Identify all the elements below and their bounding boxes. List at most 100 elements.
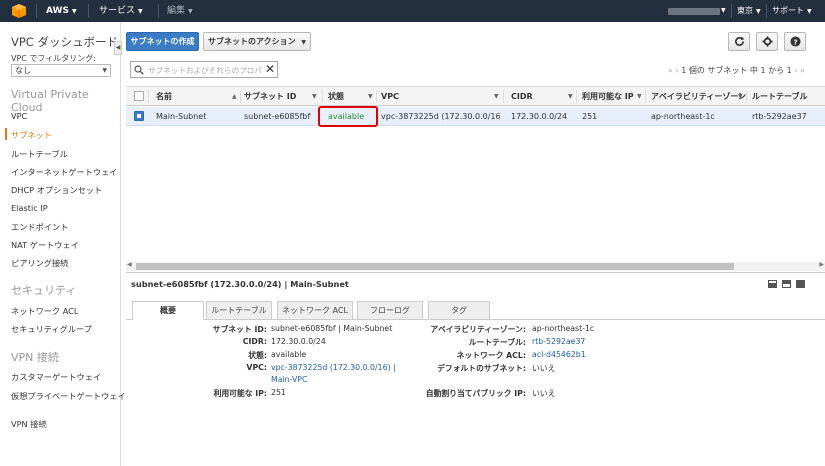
vpc-filter-label: VPC でフィルタリング: [11,54,96,63]
column-header-cidr[interactable]: CIDR [511,87,533,106]
sidebar-item-endpoints[interactable]: エンドポイント [11,221,68,233]
next-page-icon[interactable]: › [794,66,797,75]
scrollbar-thumb[interactable] [136,263,734,270]
account-name-redacted[interactable] [668,8,720,15]
pagination: « ‹ 1 個の サブネット 中 1 から 1 › » [668,65,805,76]
sort-icon[interactable]: ▼ [368,87,373,106]
subnet-actions-button[interactable]: サブネットのアクション ▼ [203,32,311,51]
select-all-checkbox[interactable] [134,91,144,101]
chevron-down-icon: ▼ [807,8,812,15]
sidebar-collapse-toggle[interactable]: ◀ [114,41,122,55]
table-row[interactable]: Main-Subnet subnet-e6085fbf available vp… [126,107,825,126]
availability-zone-value: ap-northeast-1c [532,324,595,333]
sidebar-item-nat-gateways[interactable]: NAT ゲートウェイ [11,239,79,251]
region-menu[interactable]: 東京 ▼ [737,0,761,22]
horizontal-scrollbar[interactable]: ◀ ▶ [126,261,825,271]
refresh-button[interactable] [728,32,750,51]
help-button[interactable]: ? [784,32,806,51]
nav-divider [88,4,89,18]
tab-flow-logs[interactable]: フローログ [357,301,423,319]
column-header-state[interactable]: 状態 [328,87,344,106]
subnet-actions-label: サブネットのアクション [207,37,296,46]
sort-asc-icon[interactable]: ▲ [232,87,237,106]
aws-menu-label: AWS [46,6,69,16]
sort-icon[interactable]: ▼ [312,87,317,106]
tab-network-acl[interactable]: ネットワーク ACL [277,301,353,319]
sidebar-item-vpc[interactable]: VPC [11,111,27,121]
pane-layout-full-icon[interactable] [796,280,805,288]
column-divider [322,90,323,103]
cell-available-ip: 251 [582,112,598,121]
row-select-checkbox[interactable] [134,111,144,121]
sidebar-item-customer-gateways[interactable]: カスタマーゲートウェイ [11,371,101,383]
pane-layout-top-icon[interactable] [782,280,791,288]
sidebar-item-dhcp-options[interactable]: DHCP オプションセット [11,184,102,196]
column-header-availability-zone[interactable]: アベイラビリティーゾーン [651,87,746,106]
chevron-down-icon[interactable]: ▼ [721,0,726,22]
sidebar-item-network-acl[interactable]: ネットワーク ACL [11,305,78,317]
vpc-filter-select[interactable]: なし ▼ [11,64,111,77]
prev-page-icon[interactable]: ‹ [675,66,678,75]
sidebar-item-virtual-private-gateways[interactable]: 仮想プライベートゲートウェイ [11,390,126,402]
cidr-label: CIDR: [242,337,267,346]
column-divider [576,90,577,103]
chevron-down-icon: ▼ [138,8,143,15]
vpc-filter-value: なし [15,66,31,75]
column-divider [503,90,504,103]
sidebar-item-security-groups[interactable]: セキュリティグループ [11,323,92,335]
vpc-link[interactable]: vpc-3873225d (172.30.0.0/16) | [271,363,396,372]
sidebar-item-internet-gateways[interactable]: インターネットゲートウェイ [11,166,117,178]
pagination-text: 1 個の サブネット 中 1 から 1 [681,66,792,75]
pane-layout-half-icon[interactable] [768,280,777,288]
cell-cidr: 172.30.0.0/24 [511,112,568,121]
scroll-right-icon[interactable]: ▶ [819,261,824,268]
sort-icon[interactable]: ▼ [637,87,642,106]
aws-cube-logo-icon[interactable] [10,3,28,19]
chevron-down-icon: ▼ [102,67,107,74]
sort-icon[interactable]: ▼ [738,87,743,106]
scroll-left-icon[interactable]: ◀ [127,261,132,268]
tab-summary[interactable]: 概要 [132,301,204,320]
settings-button[interactable] [756,32,778,51]
first-page-icon[interactable]: « [668,66,673,75]
sort-icon[interactable]: ▼ [568,87,573,106]
aws-menu[interactable]: AWS ▼ [46,0,77,22]
sidebar-item-peering[interactable]: ピアリング接続 [11,257,68,269]
refresh-icon [734,36,745,46]
pane-divider[interactable] [126,272,825,273]
sidebar-item-subnets[interactable]: サブネット [11,129,52,141]
column-header-name[interactable]: 名前 [156,87,172,106]
sidebar-item-vpn-connections[interactable]: VPN 接続 [11,418,47,430]
services-menu[interactable]: サービス ▼ [99,0,143,22]
clear-search-icon[interactable]: ✕ [265,62,275,77]
support-menu-label: サポート [772,6,804,15]
cell-availability-zone: ap-northeast-1c [651,112,715,121]
column-header-subnet-id[interactable]: サブネット ID [244,87,296,106]
svg-text:?: ? [793,37,797,46]
vpc-link-name[interactable]: Main-VPC [271,375,307,384]
nav-divider [766,4,767,18]
top-navigation-bar: AWS ▼ サービス ▼ 編集 ▼ ▼ 東京 ▼ サポート ▼ [0,0,825,22]
search-input[interactable]: サブネットおよびそれらのプロパ ✕ [130,61,278,78]
cell-name: Main-Subnet [156,112,207,121]
active-indicator [5,128,7,140]
column-header-vpc[interactable]: VPC [381,87,399,106]
sidebar-item-route-tables[interactable]: ルートテーブル [11,148,68,160]
column-header-route-table[interactable]: ルートテーブル [752,87,808,106]
network-acl-label: ネットワーク ACL: [456,351,526,360]
state-label: 状態: [248,351,267,360]
create-subnet-button[interactable]: サブネットの作成 [126,32,199,51]
column-header-available-ip[interactable]: 利用可能な IP [582,87,634,106]
last-page-icon[interactable]: » [800,66,805,75]
tab-tags[interactable]: タグ [428,301,490,319]
route-table-link[interactable]: rtb-5292ae37 [532,337,585,346]
sidebar-title[interactable]: VPC ダッシュボード [11,34,118,50]
network-acl-link[interactable]: acl-d45462b1 [532,350,586,359]
help-icon: ? [789,36,801,47]
sidebar-item-elastic-ip[interactable]: Elastic IP [11,203,48,213]
column-divider [240,90,241,103]
edit-menu[interactable]: 編集 ▼ [167,0,193,22]
tab-route-table[interactable]: ルートテーブル [206,301,272,319]
support-menu[interactable]: サポート ▼ [772,0,812,22]
sort-icon[interactable]: ▼ [494,87,499,106]
